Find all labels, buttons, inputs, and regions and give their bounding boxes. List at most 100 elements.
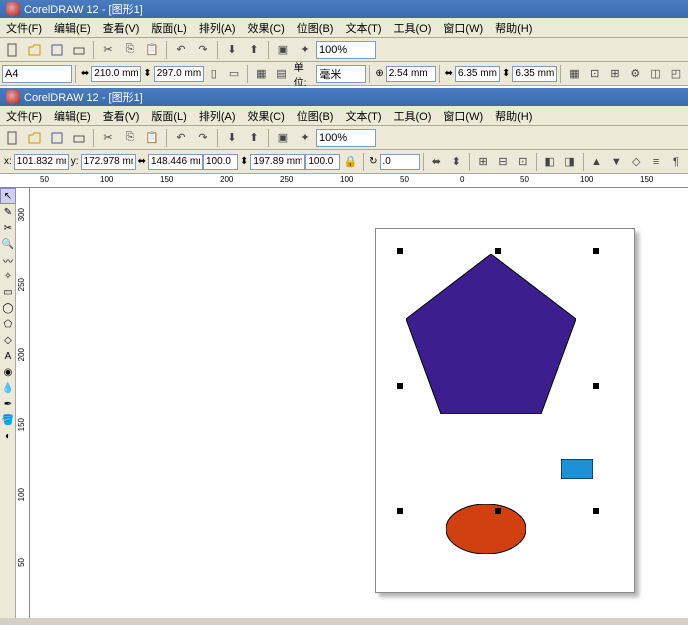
new-icon[interactable] — [3, 40, 23, 60]
break-icon[interactable]: ◨ — [561, 152, 579, 172]
open-icon[interactable] — [25, 128, 45, 148]
freehand-tool-icon[interactable]: 〰 — [0, 252, 16, 268]
save-icon[interactable] — [47, 128, 67, 148]
ellipse-shape[interactable] — [446, 504, 526, 554]
handle-tl[interactable] — [397, 248, 403, 254]
page-frame-icon[interactable]: ▤ — [272, 64, 290, 84]
options-icon[interactable]: ⚙ — [626, 64, 644, 84]
cut-icon[interactable]: ✂ — [98, 128, 118, 148]
to-front-icon[interactable]: ▲ — [587, 152, 605, 172]
menu-edit[interactable]: 编辑(E) — [48, 106, 97, 126]
mirror-h-icon[interactable]: ⬌ — [427, 152, 445, 172]
paper-combo[interactable] — [2, 65, 72, 83]
menu-view[interactable]: 查看(V) — [97, 106, 146, 126]
paste-icon[interactable]: 📋 — [142, 40, 162, 60]
extra2-icon[interactable]: ◰ — [667, 64, 685, 84]
menu-effects[interactable]: 效果(C) — [242, 18, 291, 38]
interactive-tool-icon[interactable]: ◉ — [0, 364, 16, 380]
page-layout-icon[interactable]: ▦ — [252, 64, 270, 84]
pick-tool-icon[interactable]: ↖ — [0, 188, 16, 204]
handle-mr[interactable] — [593, 383, 599, 389]
menu-bitmap[interactable]: 位图(B) — [291, 106, 340, 126]
paste-icon[interactable]: 📋 — [142, 128, 162, 148]
group-icon[interactable]: ⊞ — [474, 152, 492, 172]
align-icon[interactable]: ≡ — [647, 152, 665, 172]
copy-icon[interactable]: ⎘ — [120, 128, 140, 148]
redo-icon[interactable]: ↷ — [193, 40, 213, 60]
eyedropper-tool-icon[interactable]: 💧 — [0, 380, 16, 396]
menu-text[interactable]: 文本(T) — [339, 106, 387, 126]
zoom-combo-1[interactable] — [316, 41, 376, 59]
export-icon[interactable]: ⬆ — [244, 128, 264, 148]
canvas[interactable]: × — [30, 188, 688, 618]
menu-window[interactable]: 窗口(W) — [437, 106, 489, 126]
obj-y-field[interactable] — [81, 154, 136, 170]
text-tool-icon[interactable]: A — [0, 348, 16, 364]
wrap-icon[interactable]: ¶ — [667, 152, 685, 172]
save-icon[interactable] — [47, 40, 67, 60]
basic-shapes-tool-icon[interactable]: ◇ — [0, 332, 16, 348]
dup-y-field[interactable] — [512, 66, 557, 82]
handle-bl[interactable] — [397, 508, 403, 514]
menu-arrange[interactable]: 排列(A) — [193, 106, 242, 126]
obj-h-field[interactable] — [250, 154, 305, 170]
menu-file[interactable]: 文件(F) — [0, 106, 48, 126]
outline-tool-icon[interactable]: ✒ — [0, 396, 16, 412]
handle-br[interactable] — [593, 508, 599, 514]
corel-online-icon[interactable]: ✦ — [295, 128, 315, 148]
shape-tool-icon[interactable]: ✎ — [0, 204, 16, 220]
handle-tr[interactable] — [593, 248, 599, 254]
snap-icon[interactable]: ▦ — [565, 64, 583, 84]
crop-tool-icon[interactable]: ✂ — [0, 220, 16, 236]
rectangle-tool-icon[interactable]: ▭ — [0, 284, 16, 300]
open-icon[interactable] — [25, 40, 45, 60]
menu-layout[interactable]: 版面(L) — [145, 18, 192, 38]
scale-y-field[interactable] — [305, 154, 340, 170]
page-height-field[interactable] — [154, 66, 204, 82]
menu-layout[interactable]: 版面(L) — [145, 106, 192, 126]
menu-help[interactable]: 帮助(H) — [489, 106, 538, 126]
import-icon[interactable]: ⬇ — [222, 40, 242, 60]
dynamic-icon[interactable]: ⊞ — [606, 64, 624, 84]
fill-tool-icon[interactable]: 🪣 — [0, 412, 16, 428]
lock-ratio-icon[interactable]: 🔒 — [341, 152, 359, 172]
menu-effects[interactable]: 效果(C) — [242, 106, 291, 126]
menu-tools[interactable]: 工具(O) — [388, 106, 438, 126]
ungroup-icon[interactable]: ⊟ — [494, 152, 512, 172]
undo-icon[interactable]: ↶ — [171, 128, 191, 148]
combine-icon[interactable]: ◧ — [541, 152, 559, 172]
menu-text[interactable]: 文本(T) — [339, 18, 387, 38]
new-icon[interactable] — [3, 128, 23, 148]
app-launch-icon[interactable]: ▣ — [273, 128, 293, 148]
print-icon[interactable] — [69, 128, 89, 148]
page-width-field[interactable] — [91, 66, 141, 82]
corel-online-icon[interactable]: ✦ — [295, 40, 315, 60]
unit-combo[interactable] — [316, 65, 366, 83]
interactive-fill-tool-icon[interactable]: ◐ — [0, 428, 16, 444]
handle-ml[interactable] — [397, 383, 403, 389]
copy-icon[interactable]: ⎘ — [120, 40, 140, 60]
ungroup-all-icon[interactable]: ⊡ — [514, 152, 532, 172]
to-back-icon[interactable]: ▼ — [607, 152, 625, 172]
undo-icon[interactable]: ↶ — [171, 40, 191, 60]
rectangle-shape[interactable] — [561, 459, 593, 479]
export-icon[interactable]: ⬆ — [244, 40, 264, 60]
menu-view[interactable]: 查看(V) — [97, 18, 146, 38]
mirror-v-icon[interactable]: ⬍ — [447, 152, 465, 172]
import-icon[interactable]: ⬇ — [222, 128, 242, 148]
convert-icon[interactable]: ◇ — [627, 152, 645, 172]
menu-help[interactable]: 帮助(H) — [489, 18, 538, 38]
extra1-icon[interactable]: ◫ — [646, 64, 664, 84]
print-icon[interactable] — [69, 40, 89, 60]
redo-icon[interactable]: ↷ — [193, 128, 213, 148]
handle-bc[interactable] — [495, 508, 501, 514]
zoom-tool-icon[interactable]: 🔍 — [0, 236, 16, 252]
treat-icon[interactable]: ⊡ — [586, 64, 604, 84]
dup-x-field[interactable] — [455, 66, 500, 82]
zoom-combo-2[interactable] — [316, 129, 376, 147]
smart-tool-icon[interactable]: ✧ — [0, 268, 16, 284]
obj-x-field[interactable] — [14, 154, 69, 170]
menu-tools[interactable]: 工具(O) — [388, 18, 438, 38]
ellipse-tool-icon[interactable]: ◯ — [0, 300, 16, 316]
menu-file[interactable]: 文件(F) — [0, 18, 48, 38]
